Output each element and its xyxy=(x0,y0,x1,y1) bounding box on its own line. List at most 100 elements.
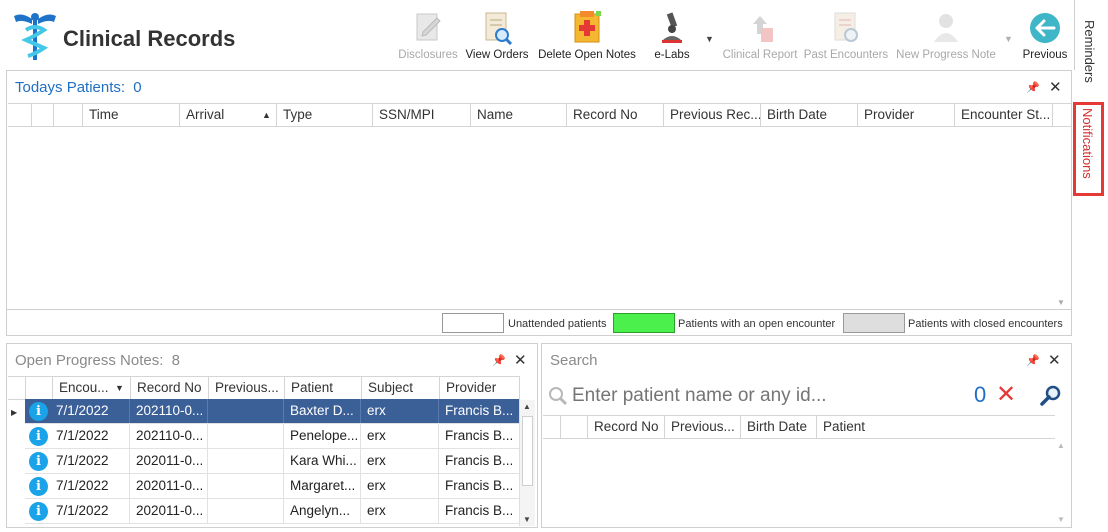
open-notes-grid-header: Encou... ▼ Record No Previous... Patient… xyxy=(8,376,520,400)
cell-patient: Baxter D... xyxy=(284,399,361,423)
past-encounters-button[interactable]: Past Encounters xyxy=(802,8,890,66)
info-icon[interactable]: i xyxy=(29,427,48,446)
tab-reminders[interactable]: Reminders xyxy=(1082,20,1097,83)
clear-search-icon[interactable]: ✕ xyxy=(996,380,1016,409)
current-row-indicator-icon: ▶ xyxy=(11,408,18,417)
column-header-subject[interactable]: Subject xyxy=(362,377,440,399)
pin-icon[interactable]: 📌 xyxy=(492,354,506,367)
scroll-down-icon[interactable]: ▼ xyxy=(523,515,531,524)
column-header-encounter-date[interactable]: Encou... ▼ xyxy=(53,377,131,399)
cell-subject: erx xyxy=(361,499,439,523)
table-row[interactable]: 7/1/2022 202110-0... Baxter D... erx Fra… xyxy=(25,399,519,424)
back-arrow-icon xyxy=(1030,13,1060,43)
info-icon[interactable]: i xyxy=(29,452,48,471)
cell-date: 7/1/2022 xyxy=(50,399,130,423)
table-row[interactable]: 7/1/2022 202011-0... Kara Whi... erx Fra… xyxy=(25,449,519,474)
legend-unattended-swatch xyxy=(442,313,504,333)
todays-patients-scrollbar[interactable]: ▼ xyxy=(1054,127,1070,309)
patient-search-input[interactable] xyxy=(572,382,962,410)
previous-label: Previous xyxy=(1022,49,1068,61)
clinical-report-icon xyxy=(753,16,773,42)
column-header-provider[interactable]: Provider xyxy=(440,377,520,399)
close-icon[interactable]: ✕ xyxy=(1048,351,1061,369)
legend-open-swatch xyxy=(613,313,675,333)
cell-date: 7/1/2022 xyxy=(50,474,130,498)
close-icon[interactable]: ✕ xyxy=(514,351,527,369)
cell-record: 202011-0... xyxy=(130,499,208,523)
pin-icon[interactable]: 📌 xyxy=(1026,354,1040,367)
view-orders-label: View Orders xyxy=(465,49,529,61)
search-title: Search xyxy=(550,352,598,369)
open-notes-title: Open Progress Notes: 8 xyxy=(15,352,180,369)
cell-previous xyxy=(208,399,284,423)
pin-icon[interactable]: 📌 xyxy=(1026,81,1040,94)
column-header-arrival[interactable]: Arrival ▲ xyxy=(180,104,277,126)
cell-previous xyxy=(208,449,284,473)
column-header-patient[interactable]: Patient xyxy=(285,377,362,399)
column-header-provider[interactable]: Provider xyxy=(858,104,955,126)
column-header-encounter-date-label: Encou... xyxy=(59,380,109,395)
view-orders-button[interactable]: View Orders xyxy=(463,8,531,66)
scroll-up-icon[interactable]: ▲ xyxy=(523,402,531,411)
column-header-previous-record[interactable]: Previous Rec... xyxy=(664,104,761,126)
scrollbar-thumb[interactable] xyxy=(522,416,533,486)
cell-patient: Angelyn... xyxy=(284,499,361,523)
table-row[interactable]: 7/1/2022 202011-0... Margaret... erx Fra… xyxy=(25,474,519,499)
table-row[interactable]: 7/1/2022 202011-0... Angelyn... erx Fran… xyxy=(25,499,519,524)
legend-closed-swatch xyxy=(843,313,905,333)
search-execute-icon[interactable] xyxy=(1039,384,1063,408)
cell-provider: Francis B... xyxy=(445,428,514,443)
column-header-name[interactable]: Name xyxy=(471,104,567,126)
clinical-report-button[interactable]: Clinical Report xyxy=(720,8,800,66)
cell-subject: erx xyxy=(361,449,439,473)
scroll-down-icon[interactable]: ▼ xyxy=(1057,298,1065,307)
previous-button[interactable]: Previous xyxy=(1018,8,1072,66)
open-notes-scrollbar[interactable]: ▲ ▼ xyxy=(519,400,535,526)
delete-open-notes-button[interactable]: Delete Open Notes xyxy=(534,8,640,66)
column-header-patient[interactable]: Patient xyxy=(817,416,1055,438)
elabs-button[interactable]: e-Labs xyxy=(648,8,696,66)
info-icon[interactable]: i xyxy=(29,477,48,496)
cell-previous xyxy=(208,424,284,448)
tab-notifications[interactable]: Notifications xyxy=(1080,108,1095,179)
past-encounters-label: Past Encounters xyxy=(803,49,889,61)
column-header-birth-date[interactable]: Birth Date xyxy=(761,104,858,126)
legend-unattended-label: Unattended patients xyxy=(508,318,607,330)
search-results-scrollbar[interactable]: ▲ ▼ xyxy=(1054,439,1070,526)
app-title: Clinical Records xyxy=(63,26,236,51)
column-header-record-no[interactable]: Record No xyxy=(131,377,209,399)
column-header-previous[interactable]: Previous... xyxy=(209,377,285,399)
disclosures-button[interactable]: Disclosures xyxy=(396,8,460,66)
column-header-blank-1 xyxy=(8,104,32,126)
column-header-record-no[interactable]: Record No xyxy=(567,104,664,126)
cell-date: 7/1/2022 xyxy=(50,449,130,473)
clinical-report-label: Clinical Report xyxy=(722,49,798,61)
column-header-blank-1 xyxy=(543,416,561,438)
column-header-ssn-mpi[interactable]: SSN/MPI xyxy=(373,104,471,126)
info-icon[interactable]: i xyxy=(29,502,48,521)
past-encounters-icon xyxy=(834,12,858,42)
column-header-record-no[interactable]: Record No xyxy=(588,416,665,438)
cell-provider: Francis B... xyxy=(445,403,514,418)
column-header-encounter-status[interactable]: Encounter St... xyxy=(955,104,1053,126)
info-icon[interactable]: i xyxy=(29,402,48,421)
scroll-down-icon[interactable]: ▼ xyxy=(1057,515,1065,524)
column-header-type[interactable]: Type xyxy=(277,104,373,126)
cell-record: 202110-0... xyxy=(130,424,208,448)
header-bar: Clinical Records Disclosures View Orders… xyxy=(0,0,1075,70)
column-header-blank-2 xyxy=(26,377,53,399)
table-row[interactable]: 7/1/2022 202110-0... Penelope... erx Fra… xyxy=(25,424,519,449)
column-header-previous[interactable]: Previous... xyxy=(665,416,741,438)
open-notes-title-text: Open Progress Notes: xyxy=(15,352,164,369)
column-header-birth-date[interactable]: Birth Date xyxy=(741,416,817,438)
scroll-up-icon[interactable]: ▲ xyxy=(1057,441,1065,450)
new-progress-note-label: New Progress Note xyxy=(896,49,996,61)
search-result-count: 0 xyxy=(974,382,987,407)
search-icon xyxy=(549,387,568,406)
column-header-time[interactable]: Time xyxy=(83,104,180,126)
cell-date: 7/1/2022 xyxy=(50,499,130,523)
new-progress-note-button[interactable]: New Progress Note xyxy=(893,8,999,66)
elabs-dropdown-icon[interactable]: ▼ xyxy=(705,34,714,44)
new-progress-note-dropdown-icon[interactable]: ▼ xyxy=(1004,34,1013,44)
close-icon[interactable]: ✕ xyxy=(1049,78,1062,96)
